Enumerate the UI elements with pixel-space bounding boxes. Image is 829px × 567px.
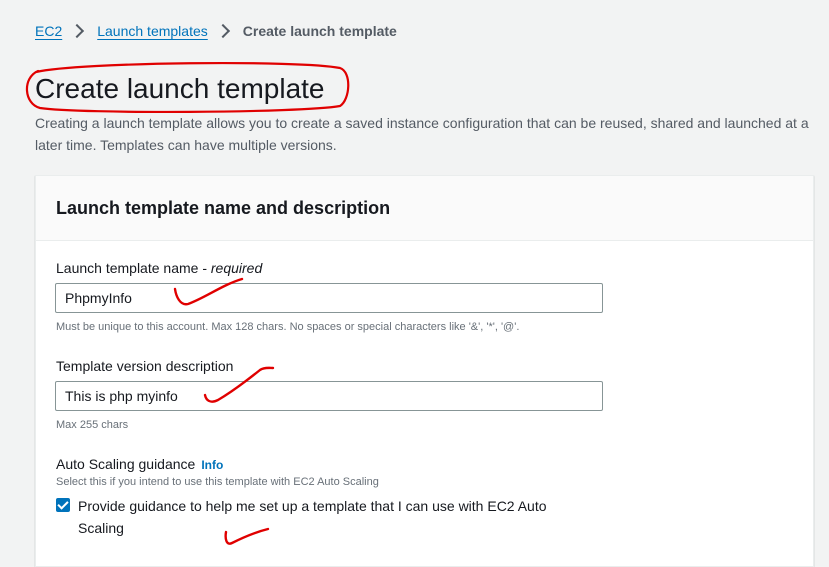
template-name-label: Launch template name - required <box>56 260 263 276</box>
autoscaling-checkbox[interactable] <box>56 498 70 512</box>
breadcrumb-ec2-link[interactable]: EC2 <box>35 23 62 39</box>
required-label: required <box>210 260 263 276</box>
autoscaling-checkbox-row[interactable]: Provide guidance to help me set up a tem… <box>56 495 576 539</box>
template-name-panel: Launch template name and description Lau… <box>35 175 814 567</box>
panel-title: Launch template name and description <box>56 197 391 218</box>
template-description-input[interactable] <box>55 381 603 411</box>
autoscaling-guidance-label: Auto Scaling guidance Info <box>56 456 224 472</box>
breadcrumb-launch-templates-link[interactable]: Launch templates <box>97 23 208 39</box>
template-name-hint: Must be unique to this account. Max 128 … <box>56 321 520 333</box>
autoscaling-checkbox-label: Provide guidance to help me set up a tem… <box>78 498 547 536</box>
chevron-right-icon <box>70 23 85 39</box>
autoscaling-hint: Select this if you intend to use this te… <box>56 476 379 488</box>
template-description-hint: Max 255 chars <box>56 419 129 431</box>
breadcrumb: EC2 Launch templates Create launch templ… <box>35 20 397 42</box>
chevron-right-icon <box>215 23 230 39</box>
page-description: Creating a launch template allows you to… <box>35 115 809 153</box>
template-description-label: Template version description <box>56 358 234 374</box>
autoscaling-info-link[interactable]: Info <box>201 458 223 472</box>
page-title: Create launch template <box>35 73 325 104</box>
panel-header: Launch template name and description <box>36 176 813 241</box>
template-name-input[interactable] <box>55 283 603 313</box>
breadcrumb-current: Create launch template <box>242 23 397 39</box>
